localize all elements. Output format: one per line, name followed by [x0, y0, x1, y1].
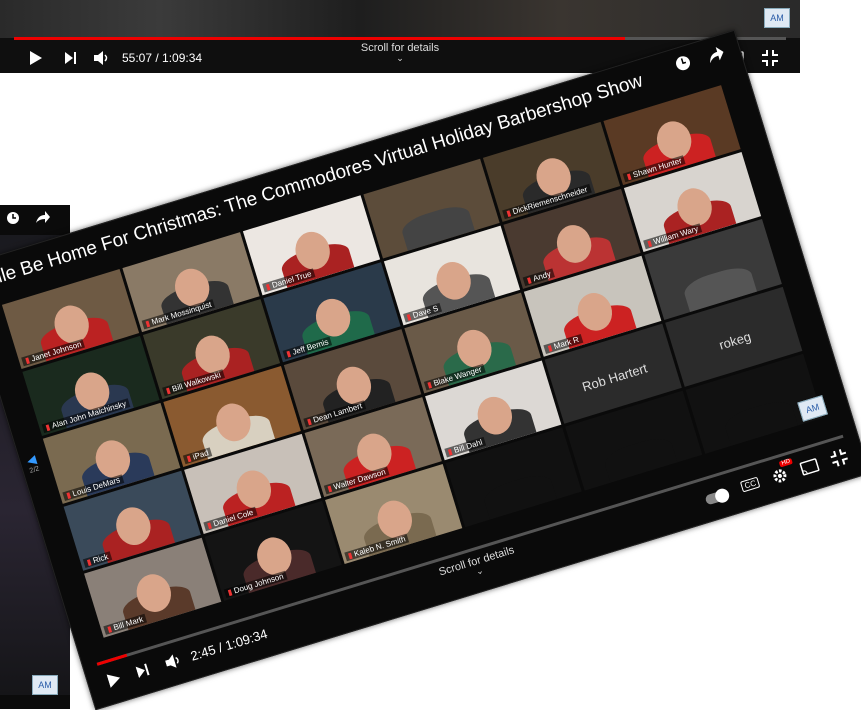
progress-bar[interactable] [14, 37, 786, 40]
channel-watermark: AM [764, 8, 790, 28]
participant-figure [601, 433, 678, 483]
participant-grid: ▮Janet Johnson ▮Mark Mossinquist ▮Daniel T… [1, 85, 823, 638]
play-icon[interactable] [30, 51, 42, 65]
participant-name: Andy [532, 269, 553, 284]
next-icon[interactable] [135, 663, 151, 679]
share-icon[interactable] [706, 45, 725, 64]
participant-name: Mark R [552, 334, 580, 351]
top-action-icons [673, 43, 727, 78]
progress-fill [14, 37, 626, 40]
exit-fullscreen-icon[interactable] [762, 50, 778, 66]
subtitles-icon[interactable]: CC [740, 476, 761, 493]
gallery-page-nav[interactable]: ◀ 2/2 [25, 452, 40, 475]
autoplay-switch [704, 489, 729, 506]
participant-display-name: Rob Hartert [580, 360, 649, 395]
chevron-down-icon: ⌄ [396, 53, 404, 63]
volume-icon[interactable] [164, 652, 183, 670]
scroll-for-details[interactable]: Scroll for details ⌄ [350, 42, 450, 63]
watch-later-icon[interactable] [6, 211, 20, 225]
volume-icon[interactable] [94, 51, 110, 65]
participant-display-name: rokeg [717, 328, 753, 353]
next-icon[interactable] [65, 52, 77, 64]
watch-later-icon[interactable] [673, 53, 693, 73]
main-video-player[interactable]: Yule Be Home For Christmas: The Commodor… [0, 29, 861, 710]
video-frame [0, 0, 800, 38]
gallery-page-number: 2/2 [28, 465, 41, 475]
settings-icon[interactable]: HD [770, 457, 793, 486]
participant-name: iPad [191, 447, 210, 462]
autoplay-toggle[interactable] [704, 488, 729, 509]
exit-fullscreen-icon[interactable] [829, 448, 849, 468]
time-display: 55:07 / 1:09:34 [122, 51, 203, 65]
participant-name: Rick [91, 551, 110, 566]
cast-icon[interactable] [799, 458, 820, 477]
share-icon[interactable] [36, 211, 50, 223]
hd-badge-icon: HD [779, 457, 793, 468]
channel-watermark: AM [32, 675, 58, 695]
participant-figure [481, 470, 557, 520]
play-icon[interactable] [106, 671, 123, 688]
participant-figure [721, 396, 798, 447]
